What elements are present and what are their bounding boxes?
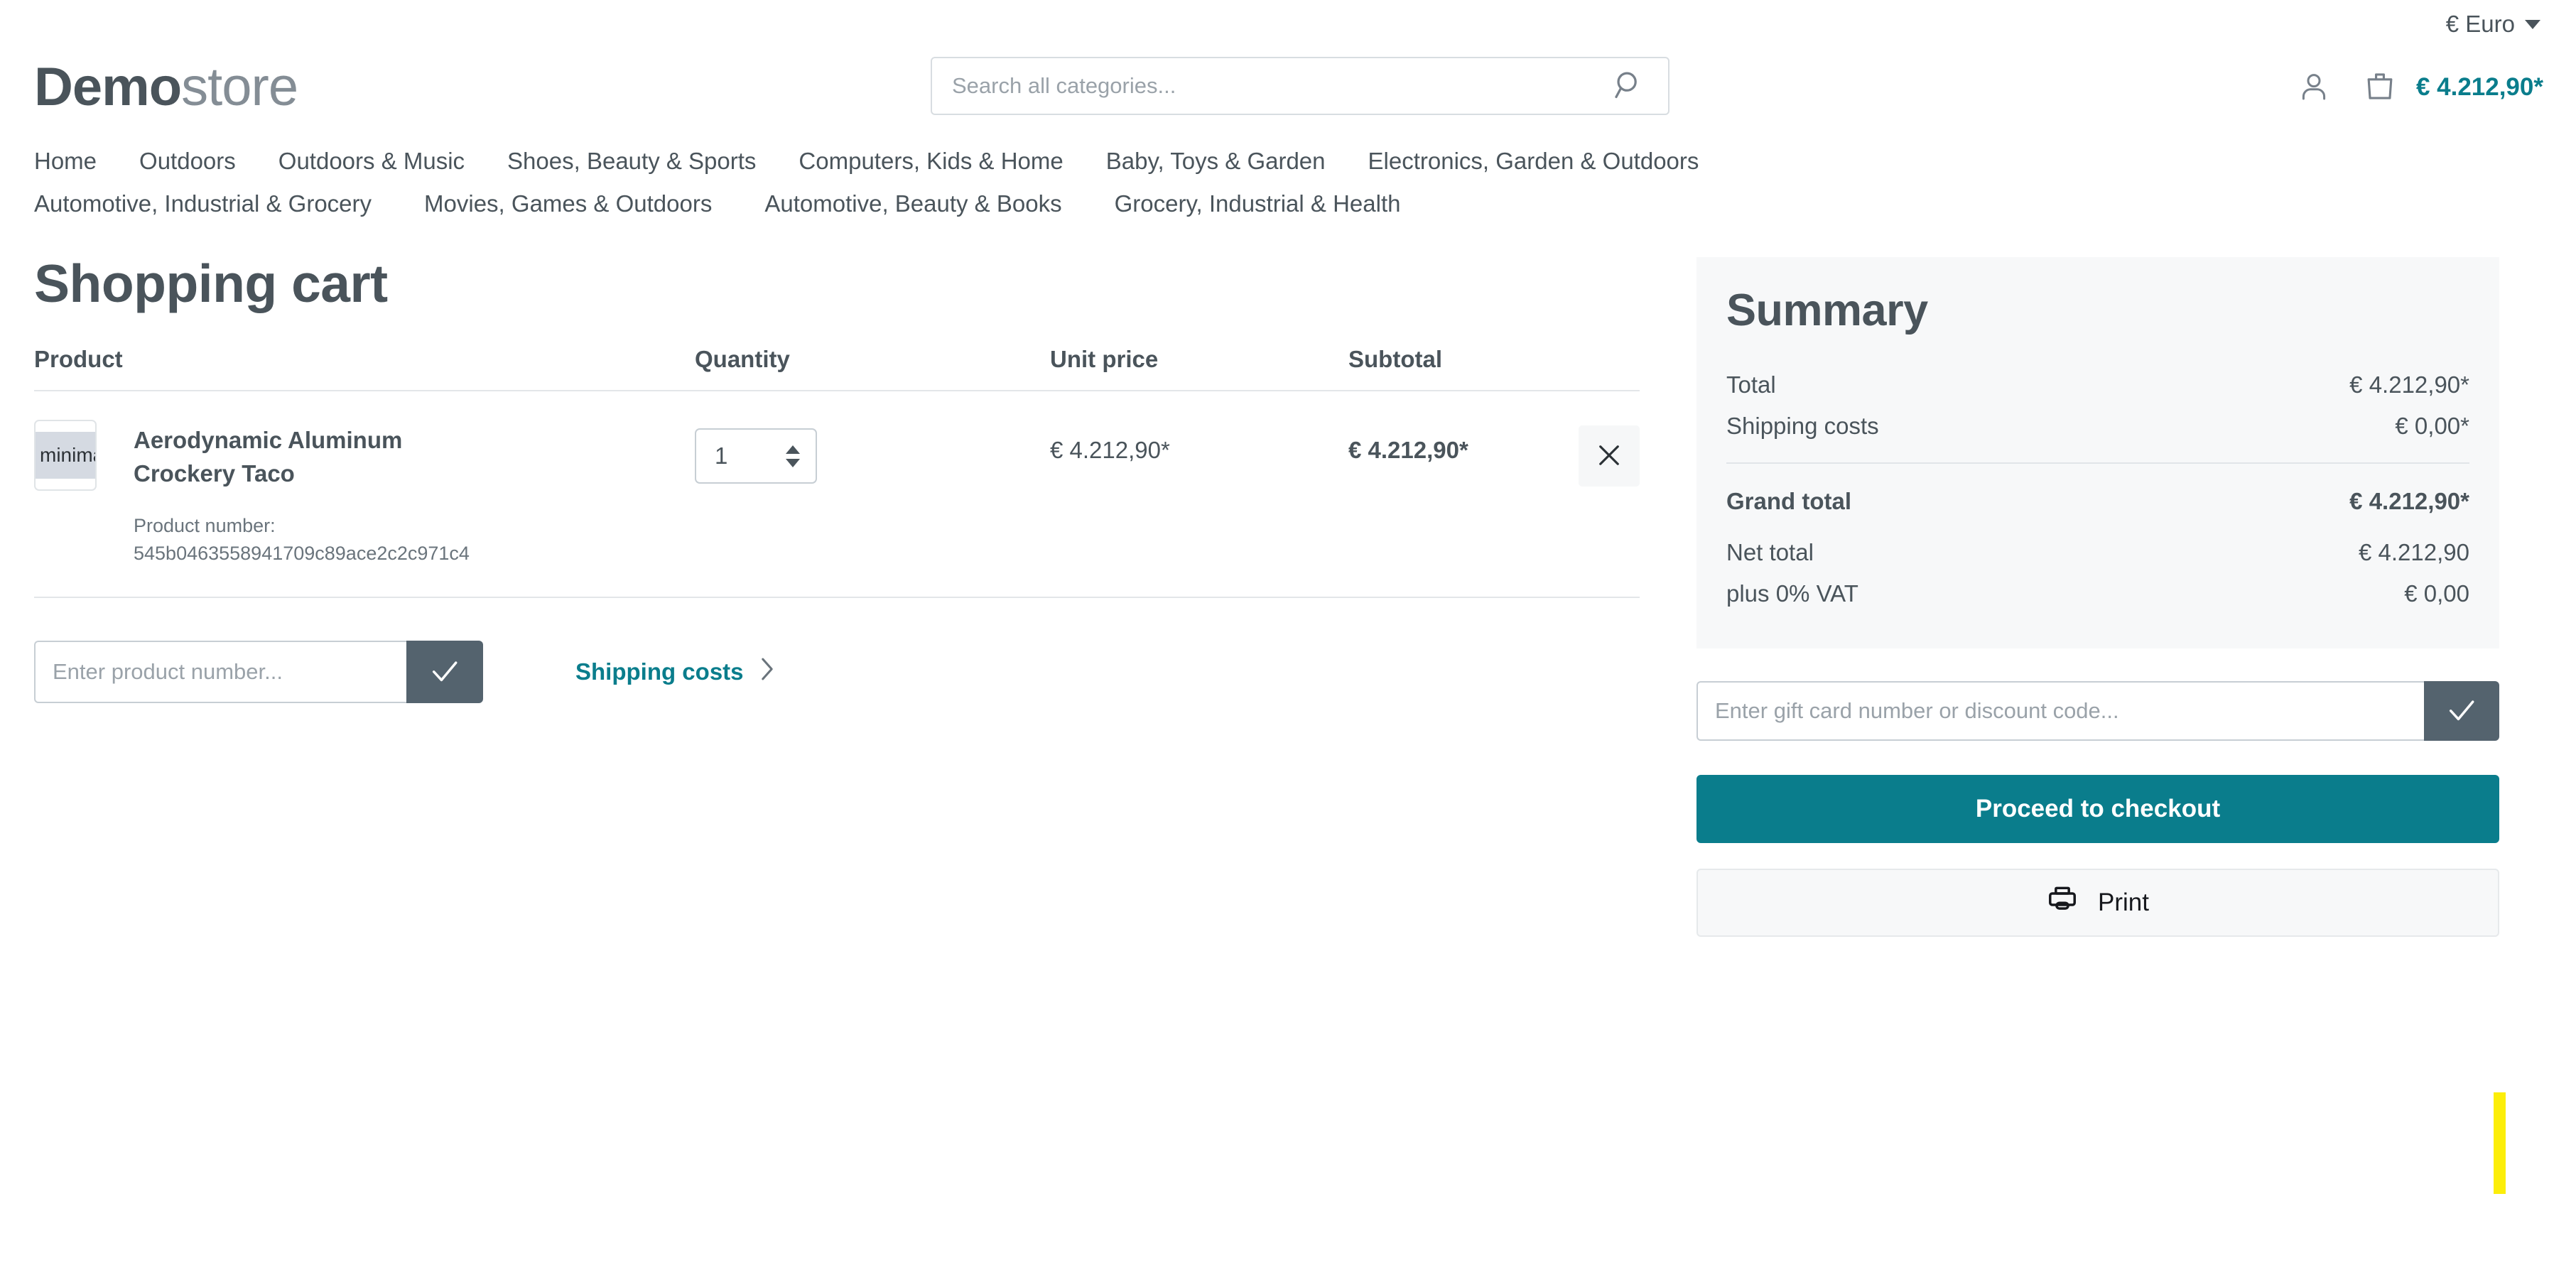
cart-widget[interactable]: € 4.212,90* (2362, 68, 2543, 107)
summary-spacer (1726, 522, 2469, 532)
nav-item-grocery-industrial-health[interactable]: Grocery, Industrial & Health (1115, 192, 1401, 215)
nav-item-shoes-beauty-sports[interactable]: Shoes, Beauty & Sports (507, 149, 756, 173)
close-icon (1594, 440, 1624, 472)
nav-item-automotive-beauty-books[interactable]: Automotive, Beauty & Books (764, 192, 1061, 215)
summary-label-net-total: Net total (1726, 539, 1814, 565)
top-bar: € Euro (0, 0, 2576, 48)
product-name[interactable]: Aerodynamic Aluminum Crockery Taco (134, 424, 432, 491)
nav-row-1: Home Outdoors Outdoors & Music Shoes, Be… (34, 139, 2542, 182)
shipping-costs-link[interactable]: Shipping costs (575, 657, 776, 687)
product-thumbnail-image: minima (36, 432, 95, 479)
remove-item-button[interactable] (1579, 425, 1640, 487)
voucher-code-input[interactable] (1696, 681, 2424, 741)
summary-divider (1726, 462, 2469, 464)
voucher-submit-button[interactable] (2424, 681, 2499, 741)
summary-row-vat: plus 0% VAT € 0,00 (1726, 573, 2469, 614)
nav-item-baby-toys-garden[interactable]: Baby, Toys & Garden (1106, 149, 1326, 173)
spinner-up-icon[interactable] (786, 445, 800, 454)
summary-row-total: Total € 4.212,90* (1726, 364, 2469, 406)
summary-label-total: Total (1726, 371, 1776, 398)
nav-item-home[interactable]: Home (34, 149, 97, 173)
summary-title: Summary (1726, 286, 1928, 335)
search-box[interactable] (931, 57, 1669, 115)
spinner-down-icon[interactable] (786, 458, 800, 467)
column-header-product: Product (34, 346, 123, 372)
logo-light-text: store (181, 57, 298, 117)
logo-bold-text: Demo (34, 57, 182, 117)
nav-item-outdoors-music[interactable]: Outdoors & Music (278, 149, 465, 173)
product-number-label: Product number: (134, 514, 276, 536)
search-submit-button[interactable] (1610, 69, 1648, 104)
print-label: Print (2098, 889, 2149, 916)
quantity-cell: 1 (695, 420, 1050, 484)
summary-value-total: € 4.212,90* (2349, 371, 2469, 398)
cart-table-header: Product Quantity Unit price Subtotal (34, 346, 1640, 391)
summary-label-grand-total: Grand total (1726, 488, 1852, 514)
product-thumbnail-text: minima (40, 444, 95, 466)
product-info: Aerodynamic Aluminum Crockery Taco Produ… (134, 420, 470, 567)
summary-row-shipping: Shipping costs € 0,00* (1726, 406, 2469, 447)
nav-item-automotive-industrial-grocery[interactable]: Automotive, Industrial & Grocery (34, 192, 372, 215)
summary-label-shipping: Shipping costs (1726, 413, 1879, 439)
product-number-submit-button[interactable] (406, 641, 483, 704)
chevron-right-icon (758, 657, 776, 687)
product-number-form (34, 641, 483, 704)
summary-value-shipping: € 0,00* (2395, 413, 2469, 439)
search-input[interactable] (952, 73, 1610, 99)
table-row: minima Aerodynamic Aluminum Crockery Tac… (34, 391, 1640, 599)
chevron-down-icon (2525, 19, 2540, 29)
summary-value-net-total: € 4.212,90 (2359, 539, 2469, 565)
page-title: Shopping cart (34, 254, 388, 313)
main-content: Shopping cart Product Quantity Unit pric… (0, 224, 2576, 937)
site-header: Demostore Search all categories... € 4.2… (0, 48, 2576, 126)
summary-panel: Summary Total € 4.212,90* Shipping costs… (1696, 257, 2499, 648)
quantity-value: 1 (715, 442, 728, 469)
nav-row-2: Automotive, Industrial & Grocery Movies,… (34, 182, 2542, 224)
product-cell: minima Aerodynamic Aluminum Crockery Tac… (34, 420, 695, 567)
shopping-bag-icon (2362, 68, 2398, 107)
summary-row-net-total: Net total € 4.212,90 (1726, 532, 2469, 573)
voucher-form (1696, 681, 2499, 741)
currency-label: € Euro (2445, 11, 2515, 37)
currency-switcher[interactable]: € Euro (2446, 11, 2540, 38)
column-header-subtotal: Subtotal (1348, 346, 1442, 372)
site-logo[interactable]: Demostore (34, 60, 298, 114)
column-header-unit-price: Unit price (1050, 346, 1159, 372)
summary-value-vat: € 0,00 (2404, 580, 2469, 607)
product-number-value: 545b0463558941709c89ace2c2c971c4 (134, 542, 470, 564)
cart-actions: Shipping costs (34, 641, 1640, 704)
main-navigation: Home Outdoors Outdoors & Music Shoes, Be… (0, 126, 2576, 224)
quantity-stepper[interactable]: 1 (695, 428, 817, 484)
product-number: Product number: 545b0463558941709c89ace2… (134, 512, 470, 567)
nav-item-computers-kids-home[interactable]: Computers, Kids & Home (799, 149, 1063, 173)
search-container (931, 57, 1669, 115)
unit-price-value: € 4.212,90* (1050, 437, 1170, 463)
nav-item-outdoors[interactable]: Outdoors (139, 149, 236, 173)
printer-icon (2047, 884, 2078, 922)
summary-section: Summary Total € 4.212,90* Shipping costs… (1696, 257, 2499, 937)
print-button[interactable]: Print (1696, 869, 2499, 937)
shipping-costs-label: Shipping costs (575, 658, 744, 685)
column-header-quantity: Quantity (695, 346, 790, 372)
cart-total-amount: € 4.212,90* (2415, 73, 2543, 101)
summary-label-vat: plus 0% VAT (1726, 580, 1858, 607)
summary-value-grand-total: € 4.212,90* (2349, 488, 2469, 514)
summary-row-grand-total: Grand total € 4.212,90* (1726, 481, 2469, 522)
product-thumbnail[interactable]: minima (34, 420, 97, 491)
header-actions: € 4.212,90* (2297, 48, 2543, 126)
remove-cell (1562, 420, 1640, 487)
check-icon (2445, 694, 2478, 729)
account-button[interactable] (2297, 70, 2331, 106)
check-icon (428, 655, 461, 690)
subtotal-value: € 4.212,90* (1348, 437, 1468, 463)
product-number-input[interactable] (34, 641, 406, 704)
cart-section: Shopping cart Product Quantity Unit pric… (34, 254, 1640, 704)
nav-item-electronics-garden-outdoors[interactable]: Electronics, Garden & Outdoors (1368, 149, 1699, 173)
search-icon (1613, 69, 1645, 104)
user-icon (2297, 70, 2331, 106)
nav-item-movies-games-outdoors[interactable]: Movies, Games & Outdoors (424, 192, 712, 215)
quantity-spinner[interactable] (786, 445, 800, 467)
edge-highlight-marker (2494, 1092, 2506, 1194)
proceed-to-checkout-button[interactable]: Proceed to checkout (1696, 775, 2499, 843)
